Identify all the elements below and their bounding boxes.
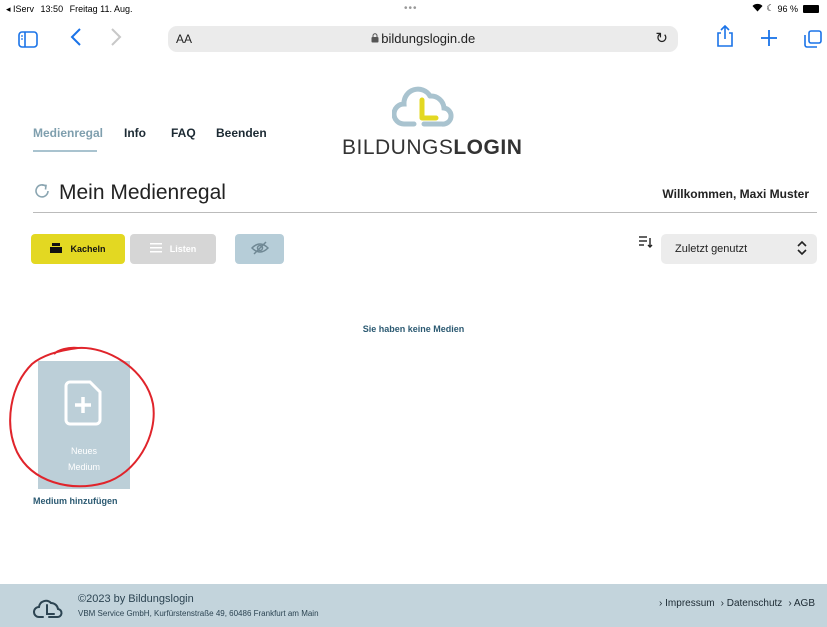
eye-slash-icon [250, 240, 269, 258]
battery-percent: 96 % [777, 3, 798, 14]
new-medium-tile[interactable]: Neues Medium [38, 361, 130, 489]
share-icon[interactable] [716, 25, 734, 47]
new-medium-label-line1: Neues [70, 446, 97, 456]
nav-medienregal[interactable]: Medienregal [33, 126, 103, 140]
bildungslogin-logo[interactable]: BILDUNGSLOGIN [342, 82, 522, 162]
multitask-dots-icon[interactable]: ••• [404, 3, 418, 14]
sidebar-icon[interactable] [18, 28, 38, 50]
moon-icon: ☾ [766, 3, 775, 13]
chevron-up-down-icon [797, 240, 807, 259]
address-bar[interactable]: AA bildungslogin.de ↻ [168, 26, 678, 52]
tiles-icon [50, 243, 63, 255]
sort-selected-value: Zuletzt genutzt [675, 243, 748, 255]
back-to-app-link[interactable]: ◂ IServ [6, 4, 34, 14]
page-header: Mein Medienregal [33, 181, 226, 205]
clock-date: Freitag 11. Aug. [69, 4, 133, 14]
footer: ©2023 by Bildungslogin VBM Service GmbH,… [0, 584, 827, 627]
footer-links: › Impressum › Datenschutz › AGB [659, 598, 815, 609]
forward-icon[interactable] [110, 26, 122, 48]
logo-cloud-icon [392, 86, 454, 127]
nav-info[interactable]: Info [124, 126, 146, 140]
list-icon [149, 243, 162, 255]
wifi-icon [752, 3, 763, 14]
kacheln-label: Kacheln [70, 244, 106, 254]
refresh-icon[interactable] [33, 182, 51, 205]
page-title: Mein Medienregal [59, 181, 226, 204]
nav-beenden[interactable]: Beenden [216, 126, 267, 140]
logo-text-regular: BILDUNGS [342, 136, 454, 159]
add-medium-link[interactable]: Medium hinzufügen [33, 496, 118, 506]
lock-icon [371, 33, 382, 45]
nav-active-indicator [33, 150, 97, 152]
status-right: ☾ 96 % [752, 3, 819, 14]
url-text: bildungslogin.de [381, 31, 476, 46]
clock-time: 13:50 [40, 4, 64, 14]
new-tab-icon[interactable] [760, 27, 778, 49]
listen-label: Listen [169, 244, 197, 254]
footer-link-impressum[interactable]: › Impressum [659, 598, 715, 609]
footer-link-agb[interactable]: › AGB [788, 598, 815, 609]
kacheln-view-button[interactable]: Kacheln [31, 234, 125, 264]
footer-link-agb-label: AGB [793, 598, 815, 609]
battery-icon [803, 4, 819, 13]
nav-faq[interactable]: FAQ [171, 126, 196, 140]
footer-link-impressum-label: Impressum [665, 598, 715, 609]
logo-wordmark: BILDUNGSLOGIN [342, 136, 522, 160]
welcome-message: Willkommen, Maxi Muster [662, 187, 809, 201]
logo-text-bold: LOGIN [453, 136, 523, 159]
status-bar: ◂ IServ 13:50 Freitag 11. Aug. ••• ☾ 96 … [0, 0, 827, 20]
footer-address: VBM Service GmbH, Kurfürstenstraße 49, 6… [78, 609, 319, 618]
reload-icon[interactable]: ↻ [655, 29, 668, 47]
footer-logo-icon[interactable] [33, 596, 63, 620]
new-medium-label: Neues Medium [38, 443, 130, 475]
status-left: ◂ IServ 13:50 Freitag 11. Aug. [6, 4, 132, 15]
url-display[interactable]: bildungslogin.de [168, 31, 678, 46]
new-medium-label-line2: Medium [67, 462, 100, 472]
listen-view-button[interactable]: Listen [130, 234, 216, 264]
footer-link-datenschutz[interactable]: › Datenschutz [721, 598, 783, 609]
header-divider [33, 212, 817, 213]
empty-state-message: Sie haben keine Medien [362, 324, 465, 334]
tabs-overview-icon[interactable] [804, 28, 822, 50]
sort-icon[interactable] [639, 236, 653, 251]
toggle-hidden-button[interactable] [235, 234, 284, 264]
footer-link-datenschutz-label: Datenschutz [726, 598, 783, 609]
add-document-icon [64, 380, 102, 426]
footer-copyright: ©2023 by Bildungslogin [78, 593, 194, 605]
sort-select[interactable]: Zuletzt genutzt [661, 234, 817, 264]
back-icon[interactable] [70, 26, 82, 48]
